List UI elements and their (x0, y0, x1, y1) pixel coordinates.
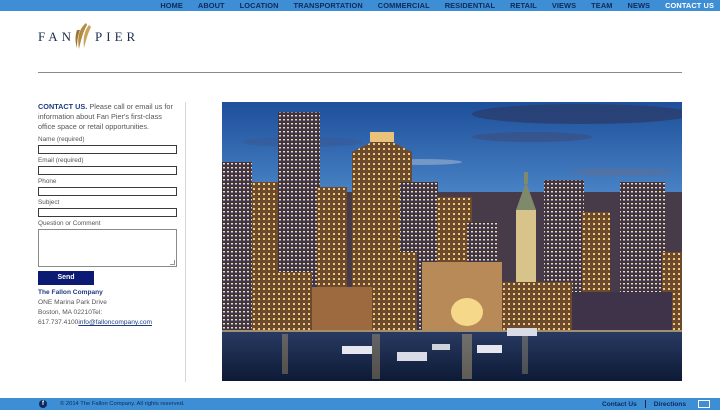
nav-item-news[interactable]: NEWS (628, 1, 651, 10)
phone-field[interactable] (38, 186, 177, 196)
fan-pier-logo[interactable]: FAN PIER (38, 22, 139, 52)
nav-menu: HOME ABOUT LOCATION TRANSPORTATION COMME… (145, 0, 714, 11)
facebook-icon[interactable]: f (39, 400, 47, 408)
email-link[interactable]: info@falloncompany.com (78, 319, 152, 326)
nav-item-retail[interactable]: RETAIL (510, 1, 537, 10)
logo-word-fan: FAN (38, 29, 76, 44)
email-label: Email (required) (38, 156, 84, 164)
address-line-1: ONE Marina Park Drive (38, 298, 107, 306)
nav-item-about[interactable]: ABOUT (198, 1, 225, 10)
name-label: Name (required) (38, 135, 85, 143)
nav-item-location[interactable]: LOCATION (240, 1, 279, 10)
header-divider (38, 72, 682, 73)
company-address: ONE Marina Park Drive Boston, MA 02210Te… (38, 298, 178, 329)
footer-directions-link[interactable]: Directions (654, 401, 686, 408)
skyline-illustration (222, 102, 682, 381)
phone-number: 617.737.4100 (38, 319, 79, 327)
subject-field[interactable] (38, 207, 177, 217)
phone-label: Phone (38, 177, 57, 185)
nav-item-residential[interactable]: RESIDENTIAL (445, 1, 495, 10)
phone-email-line: 617.737.4100info@falloncompany.com (38, 318, 178, 328)
skyline-photo (222, 102, 682, 381)
question-label: Question or Comment (38, 219, 101, 227)
address-line-2: Boston, MA 02210Tel: (38, 308, 103, 316)
top-nav-bar: HOME ABOUT LOCATION TRANSPORTATION COMME… (0, 0, 720, 11)
nav-item-home[interactable]: HOME (160, 1, 183, 10)
sail-logo-icon (75, 23, 92, 49)
send-button[interactable]: Send (38, 270, 94, 285)
contact-heading: CONTACT US. (38, 102, 88, 111)
email-field[interactable] (38, 165, 177, 175)
equal-housing-icon[interactable] (698, 400, 710, 408)
contact-intro: CONTACT US. Please call or email us for … (38, 102, 178, 133)
copyright-text: © 2014 The Fallon Company. All rights re… (60, 401, 185, 407)
question-textarea[interactable] (38, 228, 177, 267)
logo-word-pier: PIER (95, 29, 140, 44)
subject-label: Subject (38, 198, 60, 206)
nav-item-commercial[interactable]: COMMERCIAL (378, 1, 430, 10)
company-name: The Fallon Company (38, 288, 103, 296)
footer-contact-link[interactable]: Contact Us (602, 401, 637, 408)
name-field[interactable] (38, 144, 177, 154)
column-divider (185, 102, 186, 382)
nav-item-transportation[interactable]: TRANSPORTATION (294, 1, 363, 10)
footer-link-separator (644, 400, 646, 408)
nav-item-team[interactable]: TEAM (591, 1, 612, 10)
contact-column: CONTACT US. Please call or email us for … (38, 102, 178, 328)
nav-item-views[interactable]: VIEWS (552, 1, 576, 10)
footer-links: Contact Us Directions (602, 398, 686, 410)
footer-bar: f © 2014 The Fallon Company. All rights … (0, 398, 720, 410)
nav-item-contact-us[interactable]: CONTACT US (665, 1, 714, 10)
